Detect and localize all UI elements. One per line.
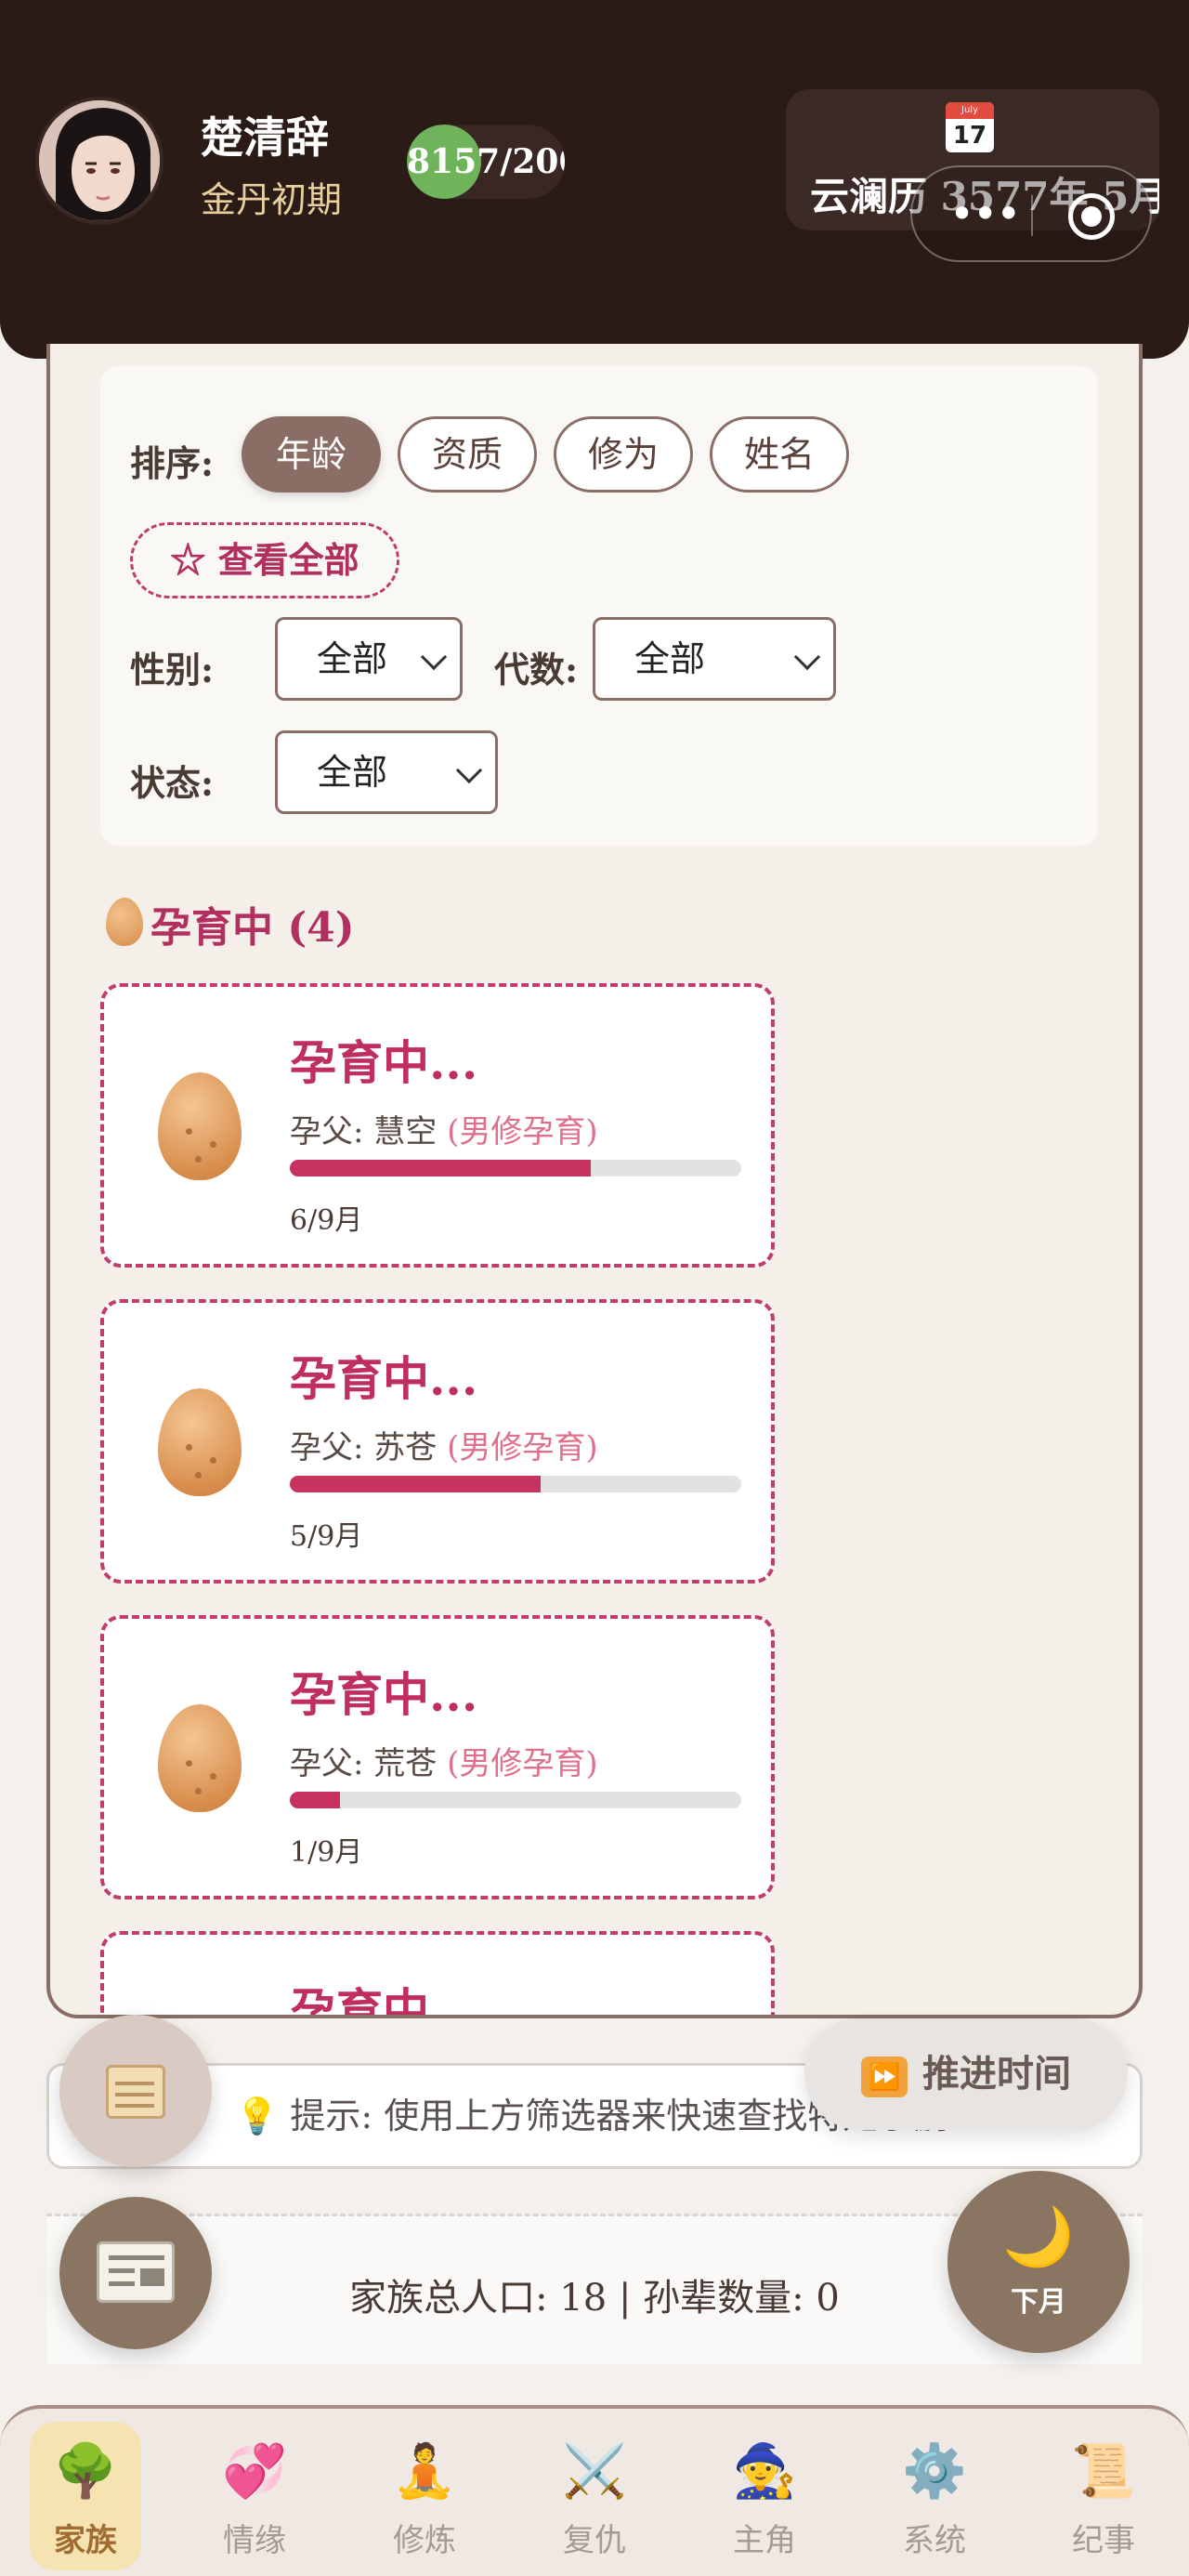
top-header: 楚清辞 金丹初期 8157/20000 July 17 云澜历 3577年 5月… <box>0 0 1189 359</box>
nav-item-revenge[interactable]: ⚔️ 复仇 <box>539 2422 650 2570</box>
card-months: 5/9月 <box>290 1520 363 1553</box>
card-father-tag: (男修孕育) <box>447 1113 598 1150</box>
news-button[interactable] <box>59 2197 212 2349</box>
wizard-icon: 🧙 <box>732 2441 797 2502</box>
nav-item-protagonist[interactable]: 🧙 主角 <box>709 2422 820 2570</box>
newspaper-icon <box>97 2241 175 2303</box>
card-title: 孕育中... <box>290 1667 478 1722</box>
chevron-down-icon <box>420 643 448 671</box>
close-target-icon[interactable] <box>1068 193 1115 240</box>
avatar-portrait <box>39 100 160 221</box>
hearts-icon: 💞 <box>222 2441 287 2502</box>
experience-text: 8157/20000 <box>407 142 565 181</box>
generation-select[interactable]: 全部 <box>593 617 836 701</box>
tree-icon: 🌳 <box>53 2441 118 2502</box>
experience-bar: 8157/20000 <box>407 125 565 199</box>
gender-select[interactable]: 全部 <box>275 617 463 701</box>
status-select-value: 全部 <box>317 752 388 793</box>
calendar-icon: July 17 <box>946 102 994 152</box>
gear-icon: ⚙️ <box>902 2441 967 2502</box>
pregnancy-card[interactable]: 孕育中... 孕父: 荒苍 (男修孕育) 1/9月 <box>100 1615 775 1899</box>
gender-label: 性别: <box>130 649 215 690</box>
section-title: 孕育中 (4) <box>150 904 355 952</box>
pregnancy-card[interactable]: 孕育中 <box>100 1931 775 2018</box>
status-select[interactable]: 全部 <box>275 730 498 814</box>
card-father-tag: (男修孕育) <box>447 1429 598 1466</box>
scroll-icon <box>97 2052 175 2130</box>
egg-icon <box>158 1072 242 1180</box>
view-all-button[interactable]: ☆ 查看全部 <box>130 522 399 598</box>
character-realm: 金丹初期 <box>201 179 343 220</box>
nav-item-system[interactable]: ⚙️ 系统 <box>879 2422 990 2570</box>
nav-item-chronicle[interactable]: 📜 纪事 <box>1048 2422 1159 2570</box>
card-months: 1/9月 <box>290 1836 363 1869</box>
card-father: 孕父: 慧空 (男修孕育) <box>290 1113 598 1150</box>
pregnancy-progress-fill <box>290 1160 592 1176</box>
nav-item-family[interactable]: 🌳 家族 <box>30 2422 141 2570</box>
card-title: 孕育中... <box>290 1351 478 1406</box>
card-title: 孕育中 <box>290 1983 429 2018</box>
pregnancy-progress-bar <box>290 1792 741 1808</box>
sort-by-age-button[interactable]: 年龄 <box>242 416 381 493</box>
pregnancy-progress-fill <box>290 1476 542 1492</box>
generation-label: 代数: <box>494 649 579 690</box>
lightbulb-icon: 💡 <box>235 2096 280 2136</box>
nav-item-romance[interactable]: 💞 情缘 <box>199 2422 310 2570</box>
card-months: 6/9月 <box>290 1204 363 1237</box>
advance-time-button[interactable]: ⏩ 推进时间 <box>804 2018 1128 2130</box>
character-name: 楚清辞 <box>201 112 329 163</box>
next-month-button[interactable]: 🌙 下月 <box>947 2171 1130 2353</box>
filter-box: 排序: 年龄 资质 修为 姓名 ☆ 查看全部 性别: 全部 代数: 全部 状态:… <box>100 366 1098 846</box>
mini-program-capsule: ••• <box>910 165 1152 262</box>
sort-by-aptitude-button[interactable]: 资质 <box>398 416 537 493</box>
more-options-icon[interactable]: ••• <box>949 192 1021 235</box>
nav-item-cultivation[interactable]: 🧘 修炼 <box>369 2422 480 2570</box>
pregnancy-card[interactable]: 孕育中... 孕父: 慧空 (男修孕育) 6/9月 <box>100 983 775 1268</box>
moon-icon: 🌙 <box>1002 2202 1075 2270</box>
gender-select-value: 全部 <box>317 638 388 679</box>
chevron-down-icon <box>793 643 821 671</box>
card-father: 孕父: 荒苍 (男修孕育) <box>290 1745 598 1782</box>
scroll-icon: 📜 <box>1071 2441 1136 2502</box>
capsule-divider <box>1031 195 1033 236</box>
offspring-panel: 排序: 年龄 资质 修为 姓名 ☆ 查看全部 性别: 全部 代数: 全部 状态:… <box>46 344 1143 2018</box>
bottom-nav: 🌳 家族 💞 情缘 🧘 修炼 ⚔️ 复仇 🧙 主角 ⚙️ 系统 📜 纪事 <box>0 2405 1189 2576</box>
sort-by-cultivation-button[interactable]: 修为 <box>554 416 693 493</box>
egg-icon <box>158 1704 242 1812</box>
character-avatar[interactable] <box>35 97 163 225</box>
status-label: 状态: <box>130 762 215 804</box>
card-father-tag: (男修孕育) <box>447 1745 598 1782</box>
meditation-icon: 🧘 <box>392 2441 457 2502</box>
card-father: 孕父: 苏苍 (男修孕育) <box>290 1429 598 1466</box>
generation-select-value: 全部 <box>634 638 706 679</box>
pregnancy-progress-bar <box>290 1476 741 1492</box>
crossed-swords-icon: ⚔️ <box>562 2441 627 2502</box>
egg-icon <box>158 1388 242 1496</box>
pregnancy-progress-fill <box>290 1792 340 1808</box>
egg-icon <box>106 898 143 946</box>
sort-by-name-button[interactable]: 姓名 <box>710 416 849 493</box>
card-title: 孕育中... <box>290 1035 478 1090</box>
chevron-down-icon <box>455 756 483 784</box>
pregnancy-card[interactable]: 孕育中... 孕父: 苏苍 (男修孕育) 5/9月 <box>100 1299 775 1584</box>
chronicle-scroll-button[interactable] <box>59 2015 212 2167</box>
pregnancy-progress-bar <box>290 1160 741 1176</box>
fast-forward-icon: ⏩ <box>861 2057 908 2097</box>
sort-label: 排序: <box>130 442 215 484</box>
